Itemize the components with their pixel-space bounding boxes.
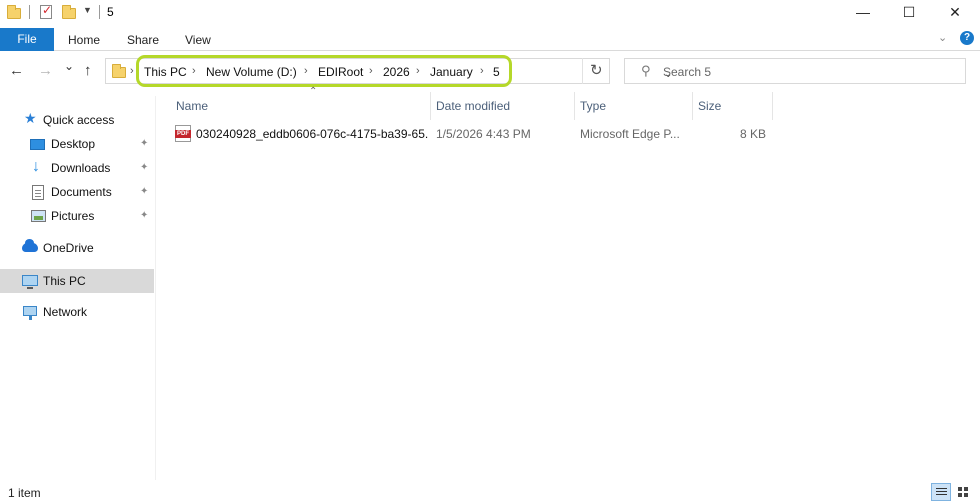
tab-home[interactable]: Home	[68, 33, 100, 47]
chevron-right-icon[interactable]: ›	[416, 65, 420, 77]
back-button[interactable]: ←	[9, 62, 24, 79]
tab-view[interactable]: View	[185, 33, 211, 47]
pin-icon[interactable]: ✦	[140, 186, 148, 197]
breadcrumb-january[interactable]: January	[430, 65, 473, 79]
column-header-type[interactable]: Type	[575, 92, 693, 120]
large-icons-view-button[interactable]	[954, 483, 974, 501]
sidebar-item-label: Documents	[51, 185, 112, 199]
close-button[interactable]: ✕	[932, 0, 978, 24]
help-icon[interactable]: ?	[960, 31, 974, 45]
sidebar-item-label: Quick access	[43, 113, 115, 127]
breadcrumb-5[interactable]: 5	[493, 65, 500, 79]
address-bar[interactable]: › This PC › New Volume (D:) › EDIRoot › …	[105, 58, 672, 84]
search-icon: ⚲	[641, 63, 651, 78]
pictures-icon	[31, 210, 46, 222]
search-input[interactable]	[663, 63, 953, 80]
network-icon	[23, 306, 37, 320]
file-type: Microsoft Edge P...	[580, 127, 680, 141]
search-box[interactable]: ⚲	[624, 58, 966, 84]
column-header-name[interactable]: Name ⌃	[171, 86, 431, 120]
minimize-button[interactable]: —	[840, 0, 886, 24]
file-row[interactable]: 030240928_eddb0606-076c-4175-ba39-65... …	[171, 123, 771, 145]
sidebar-item-label: Desktop	[51, 137, 96, 151]
sidebar-item-label: OneDrive	[43, 241, 94, 255]
sidebar-item-label: Pictures	[51, 209, 95, 223]
item-count: 1 item	[8, 486, 41, 500]
computer-icon	[22, 275, 38, 289]
sidebar-item-downloads[interactable]: ↓ Downloads ✦	[0, 156, 154, 180]
sidebar-item-onedrive[interactable]: OneDrive	[0, 236, 154, 260]
sort-ascending-icon: ⌃	[309, 86, 318, 97]
breadcrumb-new-volume[interactable]: New Volume (D:)	[206, 65, 297, 79]
properties-icon[interactable]	[38, 3, 54, 20]
file-size: 8 KB	[739, 127, 766, 141]
chevron-right-icon[interactable]: ›	[192, 65, 196, 77]
folder-icon	[6, 4, 22, 20]
documents-icon	[32, 185, 44, 200]
recent-locations-button[interactable]: ⌄	[64, 59, 74, 73]
file-name: 030240928_eddb0606-076c-4175-ba39-65...	[196, 127, 428, 141]
separator	[29, 5, 30, 19]
chevron-right-icon[interactable]: ›	[304, 65, 308, 77]
tab-file[interactable]: File	[0, 28, 54, 51]
pdf-icon	[175, 125, 191, 142]
sidebar-item-desktop[interactable]: Desktop ✦	[0, 132, 154, 156]
refresh-button[interactable]: ↻	[590, 61, 603, 79]
chevron-right-icon[interactable]: ›	[130, 65, 134, 77]
ribbon: File Home Share View ⌄ ?	[0, 26, 980, 51]
breadcrumb-this-pc[interactable]: This PC	[144, 65, 187, 79]
column-header-date-modified[interactable]: Date modified	[431, 92, 575, 120]
customize-toolbar-icon[interactable]: ▼	[83, 5, 92, 15]
title-bar: ▼ 5 — ☐ ✕	[0, 0, 980, 26]
sidebar-item-network[interactable]: Network	[0, 300, 154, 324]
chevron-right-icon[interactable]: ›	[480, 65, 484, 77]
tab-share[interactable]: Share	[127, 33, 159, 47]
sidebar-item-documents[interactable]: Documents ✦	[0, 180, 154, 204]
sidebar-item-this-pc[interactable]: This PC	[0, 269, 154, 293]
pin-icon[interactable]: ✦	[140, 210, 148, 221]
new-folder-icon[interactable]	[61, 4, 77, 20]
pin-icon[interactable]: ✦	[140, 162, 148, 173]
navigation-pane: ★ Quick access Desktop ✦ ↓ Downloads ✦ D…	[0, 96, 156, 480]
download-icon: ↓	[32, 158, 40, 175]
up-button[interactable]: ↑	[84, 62, 92, 79]
cloud-icon	[22, 239, 38, 252]
expand-ribbon-icon[interactable]: ⌄	[938, 31, 947, 44]
desktop-icon	[30, 139, 45, 150]
window-title: 5	[107, 5, 114, 19]
maximize-button[interactable]: ☐	[886, 0, 932, 24]
pin-icon[interactable]: ✦	[140, 138, 148, 149]
details-view-button[interactable]	[931, 483, 951, 501]
forward-button[interactable]: →	[38, 62, 53, 79]
sidebar-item-quick-access[interactable]: ★ Quick access	[0, 108, 154, 132]
separator	[99, 5, 100, 19]
sidebar-item-label: Downloads	[51, 161, 111, 175]
sidebar-item-label: Network	[43, 305, 88, 319]
sidebar-item-label: This PC	[43, 274, 86, 288]
star-icon: ★	[24, 110, 37, 126]
breadcrumb-2026[interactable]: 2026	[383, 65, 410, 79]
column-header-size[interactable]: Size	[693, 92, 773, 120]
breadcrumb-ediroot[interactable]: EDIRoot	[318, 65, 363, 79]
status-bar: 1 item	[0, 480, 980, 504]
file-list: Name ⌃ Date modified Type Size 030240928…	[157, 86, 980, 480]
address-row: ← → ⌄ ↑ › This PC › New Volume (D:) › ED…	[0, 54, 980, 88]
sidebar-item-pictures[interactable]: Pictures ✦	[0, 204, 154, 228]
chevron-right-icon[interactable]: ›	[369, 65, 373, 77]
file-date-modified: 1/5/2026 4:43 PM	[436, 127, 531, 141]
